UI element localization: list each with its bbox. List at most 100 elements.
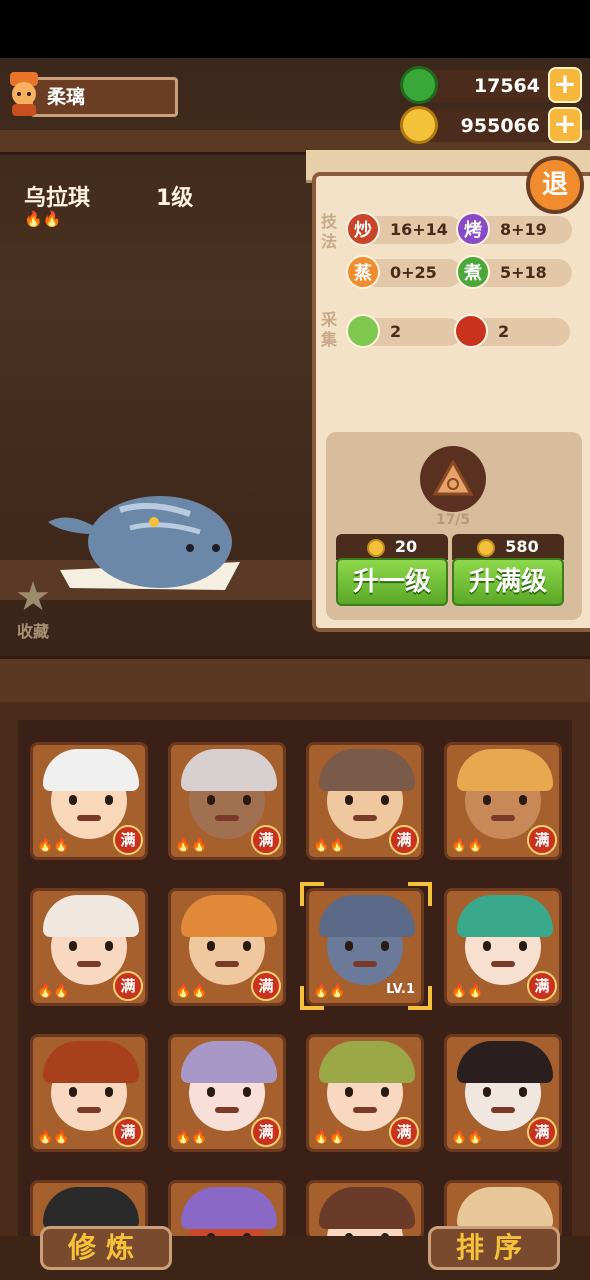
character-eyes [483, 1087, 527, 1097]
skill-stir-fry: 炒 16+14 [346, 212, 462, 246]
character-mouth [491, 961, 515, 967]
card-flames: 🔥🔥 [451, 984, 484, 999]
full-level-badge: 满 [527, 1117, 557, 1147]
character-mouth [215, 961, 239, 967]
player-name[interactable]: 柔璃 [30, 77, 178, 117]
full-level-badge: 满 [389, 825, 419, 855]
character-card[interactable] [306, 1180, 424, 1240]
meat-icon [454, 314, 488, 348]
character-eyes [69, 941, 113, 951]
status-bar [0, 0, 590, 58]
character-hat [181, 749, 277, 791]
gather-section-label: 采集 [320, 310, 337, 349]
upgrade-max-cost: 580 [452, 534, 564, 560]
gather-meat: 2 [454, 314, 570, 348]
character-hat [181, 895, 277, 937]
character-hat [457, 1187, 553, 1229]
character-card[interactable] [168, 1180, 286, 1240]
card-flames: 🔥🔥 [313, 1130, 346, 1145]
player-avatar-icon[interactable] [4, 70, 44, 118]
dumpling-icon [433, 460, 473, 496]
character-hat [43, 895, 139, 937]
character-card[interactable]: 🔥🔥 满 [444, 888, 562, 1006]
wooden-beam [0, 656, 590, 708]
coin-icon [477, 538, 496, 557]
full-level-badge: 满 [527, 825, 557, 855]
character-mouth [353, 1107, 377, 1113]
skill-boil: 煮 5+18 [456, 255, 572, 289]
sort-button[interactable]: 排序 [428, 1226, 560, 1270]
character-eyes [345, 1087, 389, 1097]
character-card[interactable]: 🔥🔥 满 [30, 742, 148, 860]
character-card[interactable]: 🔥🔥 满 [30, 1034, 148, 1152]
character-hat [457, 749, 553, 791]
boil-value: 5+18 [500, 263, 547, 282]
full-level-badge: 满 [251, 971, 281, 1001]
character-hat [181, 1041, 277, 1083]
character-hat [319, 749, 415, 791]
upgrade-max-label[interactable]: 升满级 [452, 558, 564, 606]
coin-icon [366, 538, 385, 557]
upgrade-one-button[interactable]: 20 升一级 [336, 534, 448, 608]
character-card[interactable]: 🔥🔥 满 [306, 1034, 424, 1152]
character-mouth [77, 961, 101, 967]
upgrade-max-button[interactable]: 580 升满级 [452, 534, 564, 608]
character-mouth [77, 1107, 101, 1113]
upgrade-one-label[interactable]: 升一级 [336, 558, 448, 606]
character-hat [319, 1041, 415, 1083]
card-flames: 🔥🔥 [37, 838, 70, 853]
add-jade-button[interactable]: + [548, 67, 582, 103]
jade-value: 17564 [473, 75, 540, 97]
skill-steam: 蒸 0+25 [346, 255, 462, 289]
full-level-badge: 满 [113, 1117, 143, 1147]
character-card[interactable]: 🔥🔥 满 [444, 1034, 562, 1152]
favorite-button[interactable]: ★ 收藏 [10, 576, 56, 642]
vegetable-value: 2 [390, 322, 402, 341]
steam-value: 0+25 [390, 263, 437, 282]
character-card[interactable]: 🔥🔥 满 [444, 742, 562, 860]
boil-badge: 煮 [456, 255, 490, 289]
star-icon: ★ [15, 574, 51, 620]
character-mouth [215, 1107, 239, 1113]
character-hat [181, 1187, 277, 1229]
card-flames: 🔥🔥 [451, 1130, 484, 1145]
character-eyes [345, 795, 389, 805]
gather-vegetable: 2 [346, 314, 462, 348]
selected-card-frame [300, 882, 432, 1010]
card-flames: 🔥🔥 [451, 838, 484, 853]
character-hat [457, 895, 553, 937]
jade-icon [400, 66, 438, 104]
character-level: 1级 [156, 186, 194, 211]
character-mouth [491, 1107, 515, 1113]
full-level-badge: 满 [113, 971, 143, 1001]
character-eyes [69, 1087, 113, 1097]
character-name: 乌拉琪 [24, 186, 91, 211]
character-card[interactable]: 🔥🔥 满 [168, 742, 286, 860]
steam-badge: 蒸 [346, 255, 380, 289]
cat-character-image [48, 496, 240, 590]
character-mouth [77, 815, 101, 821]
character-card[interactable]: 🔥🔥 满 [306, 742, 424, 860]
character-hat [43, 1187, 139, 1229]
character-mouth [353, 815, 377, 821]
upgrade-item[interactable] [420, 446, 486, 512]
full-level-badge: 满 [251, 825, 281, 855]
retreat-button[interactable]: 退 [526, 156, 584, 214]
character-card[interactable]: 🔥🔥 满 [168, 1034, 286, 1152]
card-flames: 🔥🔥 [175, 984, 208, 999]
character-card[interactable]: 🔥🔥 满 [168, 888, 286, 1006]
character-flames: 🔥🔥 [24, 210, 62, 228]
character-eyes [483, 941, 527, 951]
character-eyes [69, 795, 113, 805]
character-card[interactable]: 🔥🔥 满 [30, 888, 148, 1006]
add-coin-button[interactable]: + [548, 107, 582, 143]
jade-currency: 17564 + [400, 66, 582, 104]
roast-value: 8+19 [500, 220, 547, 239]
stir-fry-badge: 炒 [346, 212, 380, 246]
character-eyes [207, 941, 251, 951]
character-eyes [207, 1087, 251, 1097]
skills-section-label: 技法 [320, 212, 337, 251]
character-eyes [207, 795, 251, 805]
character-hat [319, 1187, 415, 1229]
cultivate-button[interactable]: 修炼 [40, 1226, 172, 1270]
